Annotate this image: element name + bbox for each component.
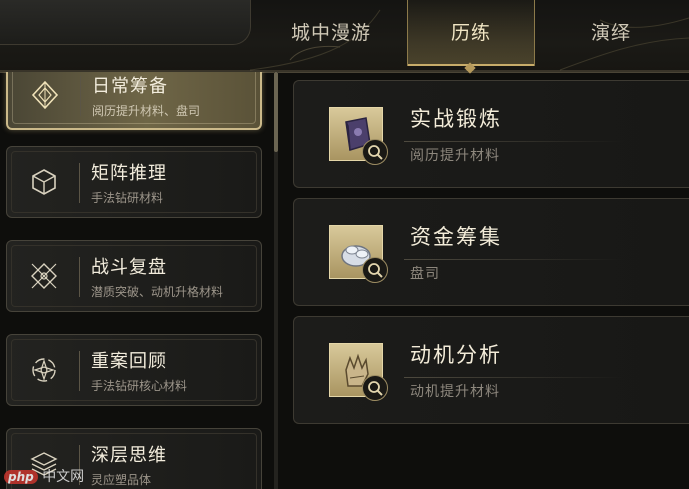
magnifier-icon (368, 145, 383, 160)
category-title: 日常筹备 (92, 76, 168, 97)
category-subtitle: 灵应塑品体 (91, 473, 152, 487)
back-panel (0, 0, 251, 45)
category-battle-review[interactable]: 战斗复盘 潜质突破、动机升格材料 (6, 240, 262, 312)
task-fund-raising[interactable]: 资金筹集 盘司 (293, 198, 689, 306)
lattice-sigil-icon (31, 263, 57, 289)
spiral-star-icon (32, 358, 56, 382)
tab-training[interactable]: 历练 (407, 0, 535, 66)
watermark-logo: php (4, 470, 38, 484)
task-combat-training[interactable]: 实战锻炼 阅历提升材料 (293, 80, 689, 188)
category-daily-prep[interactable]: 日常筹备 阅历提升材料、盘司 (6, 72, 262, 130)
diamond-sigil-icon (31, 80, 59, 110)
task-subtitle: 盘司 (410, 266, 440, 282)
category-title: 战斗复盘 (91, 257, 167, 278)
category-subtitle: 手法钻研核心材料 (91, 379, 188, 393)
site-watermark: php 中文网 (4, 466, 84, 486)
cube-sigil-icon (32, 169, 56, 195)
tab-deduction[interactable]: 演绎 (548, 0, 674, 66)
category-title: 重案回顾 (91, 351, 167, 372)
task-subtitle: 阅历提升材料 (410, 148, 500, 164)
inspect-button[interactable] (362, 139, 388, 165)
category-subtitle: 阅历提升材料、盘司 (92, 104, 201, 118)
task-motive-analysis[interactable]: 动机分析 动机提升材料 (293, 316, 689, 424)
top-nav-bar: 城中漫游 历练 演绎 (0, 0, 689, 74)
category-list: 日常筹备 阅历提升材料、盘司 矩阵推理 手法钻研材料 战斗复盘 潜质突破、动机升… (0, 72, 290, 489)
category-scroll-thumb[interactable] (274, 72, 278, 152)
category-subtitle: 潜质突破、动机升格材料 (91, 285, 224, 299)
task-title: 动机分析 (410, 343, 502, 367)
watermark-text: 中文网 (42, 469, 85, 485)
inspect-button[interactable] (362, 257, 388, 283)
inspect-button[interactable] (362, 375, 388, 401)
category-subtitle: 手法钻研材料 (91, 191, 164, 205)
task-title: 资金筹集 (410, 225, 502, 249)
tab-city-roam[interactable]: 城中漫游 (268, 0, 394, 66)
category-matrix-reasoning[interactable]: 矩阵推理 手法钻研材料 (6, 146, 262, 218)
magnifier-icon (368, 263, 383, 278)
task-subtitle: 动机提升材料 (410, 384, 500, 400)
category-title: 深层思维 (91, 445, 167, 466)
task-title: 实战锻炼 (410, 107, 502, 131)
category-case-review[interactable]: 重案回顾 手法钻研核心材料 (6, 334, 262, 406)
category-title: 矩阵推理 (91, 163, 167, 184)
magnifier-icon (368, 381, 383, 396)
